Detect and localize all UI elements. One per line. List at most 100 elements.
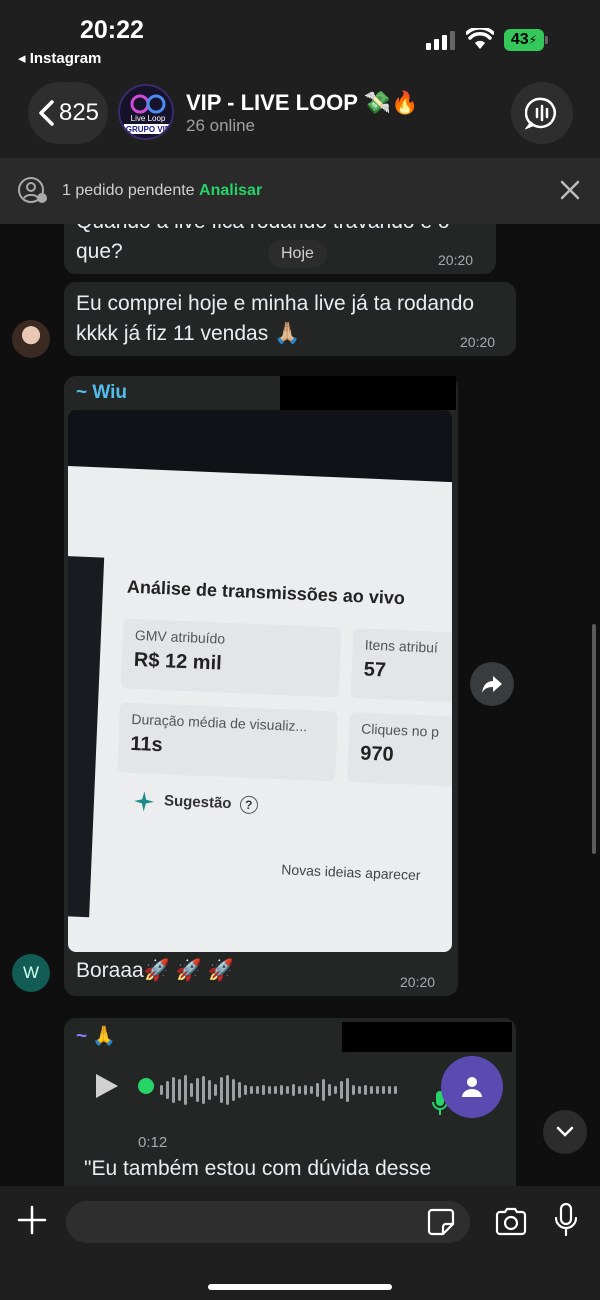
group-title[interactable]: VIP - LIVE LOOP 💸🔥 [186, 90, 418, 116]
message-bubble[interactable]: Eu comprei hoje e minha live já ta rodan… [64, 282, 516, 356]
waveform-bar [388, 1086, 391, 1094]
back-button[interactable]: 825 [28, 82, 108, 144]
stat-label: Cliques no p [360, 720, 440, 740]
forward-arrow-icon [482, 676, 502, 693]
waveform-bar [214, 1084, 217, 1096]
sparkle-icon [134, 791, 155, 812]
suggestion-footer: Novas ideias aparecer [280, 861, 421, 884]
avatar-line2: GRUPO VIP [126, 125, 171, 134]
photographed-screen: Análise de transmissões ao vivo GMV atri… [68, 466, 452, 952]
waveform-bar [208, 1080, 211, 1100]
online-count: 26 online [186, 116, 256, 135]
avatar[interactable]: W [12, 954, 50, 992]
stat-label: Itens atribuí [364, 636, 439, 656]
wifi-icon [466, 28, 494, 49]
scroll-down-button[interactable] [543, 1110, 587, 1154]
photo-attachment[interactable]: Análise de transmissões ao vivo GMV atri… [68, 410, 452, 952]
waveform-bar [376, 1086, 379, 1094]
voice-duration: 0:12 [138, 1134, 168, 1151]
waveform-bar [304, 1085, 307, 1095]
stat-value: 57 [363, 658, 387, 682]
camera-icon[interactable] [494, 1206, 528, 1236]
waveform-bar [184, 1075, 187, 1105]
redacted-block [342, 1022, 512, 1052]
waveform-bar [298, 1086, 301, 1094]
waveform-bar [196, 1078, 199, 1102]
sender-name[interactable]: ~ Wiu [76, 382, 127, 404]
waveform-bar [292, 1084, 295, 1096]
chevron-left-icon [39, 100, 54, 126]
pending-label: 1 pedido pendente [62, 182, 195, 199]
message-time: 20:20 [460, 334, 496, 350]
waveform-bar [220, 1077, 223, 1103]
waveform-bar [244, 1085, 247, 1095]
waveform-bar [316, 1083, 319, 1097]
scrollbar[interactable] [592, 624, 596, 854]
analyze-link[interactable]: Analisar [199, 182, 262, 199]
voice-waveform[interactable] [160, 1072, 397, 1108]
waveform-bar [394, 1086, 397, 1094]
stat-value: 11s [129, 732, 164, 757]
loop-logo-icon: Live Loop GRUPO VIP [124, 94, 172, 134]
waveform-bar [364, 1085, 367, 1095]
waveform-bar [256, 1086, 259, 1094]
waveform-bar [346, 1078, 349, 1102]
sticker-icon[interactable] [426, 1207, 456, 1237]
voice-sender-avatar[interactable] [441, 1056, 503, 1118]
waveform-bar [268, 1086, 271, 1094]
voice-chat-button[interactable] [511, 82, 573, 144]
message-input[interactable] [66, 1201, 470, 1243]
screen-title: Análise de transmissões ao vivo [126, 576, 406, 609]
waveform-bar [382, 1086, 385, 1094]
playback-position[interactable] [138, 1078, 154, 1094]
sender-name[interactable]: ~ 🙏 [76, 1024, 116, 1048]
waveform-call-icon [525, 97, 556, 130]
voice-transcript: "Eu também estou com dúvida desse [84, 1157, 432, 1180]
chat-area[interactable]: Quando a live fica rodando travando e o … [0, 224, 600, 1186]
screen-sidebar [68, 555, 105, 918]
waveform-bar [340, 1081, 343, 1099]
waveform-bar [286, 1086, 289, 1094]
battery-level: 43 [510, 31, 529, 48]
waveform-bar [334, 1086, 337, 1094]
waveform-bar [250, 1086, 253, 1094]
input-bar [0, 1186, 600, 1300]
signal-icon [426, 30, 458, 50]
plus-icon[interactable] [16, 1204, 48, 1236]
date-pill: Hoje [268, 240, 327, 268]
waveform-bar [166, 1081, 169, 1099]
pending-text: 1 pedido pendente Analisar [62, 182, 262, 200]
stat-label: GMV atribuído [134, 626, 226, 647]
microphone-icon[interactable] [554, 1202, 578, 1238]
stat-value: 970 [359, 742, 395, 766]
avatar[interactable] [12, 320, 50, 358]
back-to-instagram[interactable]: ◂ Instagram [18, 49, 101, 67]
home-indicator [208, 1284, 392, 1290]
suggestion-label: Sugestão ? [164, 792, 259, 815]
waveform-bar [202, 1076, 205, 1104]
unread-count: 825 [58, 99, 100, 126]
battery-icon: 43⚡ [504, 29, 548, 51]
stat-card: Duração média de visualiz... 11s [117, 702, 338, 782]
stat-card: GMV atribuído R$ 12 mil [120, 618, 342, 698]
stat-value: R$ 12 mil [133, 648, 223, 675]
pending-requests-banner: 1 pedido pendente Analisar [0, 158, 600, 224]
message-time: 20:20 [438, 252, 474, 268]
waveform-bar [352, 1085, 355, 1095]
status-time: 20:22 [80, 16, 144, 44]
photo-caption: Boraaa🚀 🚀 🚀 [76, 959, 234, 982]
forward-button[interactable] [470, 662, 514, 706]
waveform-bar [226, 1075, 229, 1105]
stat-card: Cliques no p 970 [347, 712, 452, 787]
waveform-bar [322, 1079, 325, 1101]
waveform-bar [232, 1079, 235, 1101]
person-icon [462, 1077, 482, 1097]
waveform-bar [280, 1085, 283, 1095]
play-icon[interactable] [94, 1072, 120, 1100]
group-avatar[interactable]: Live Loop GRUPO VIP [118, 84, 174, 140]
stat-card: Itens atribuí 57 [350, 628, 452, 703]
redacted-block [280, 376, 456, 410]
waveform-bar [190, 1083, 193, 1097]
help-icon: ? [239, 795, 259, 815]
close-icon[interactable] [556, 176, 584, 204]
